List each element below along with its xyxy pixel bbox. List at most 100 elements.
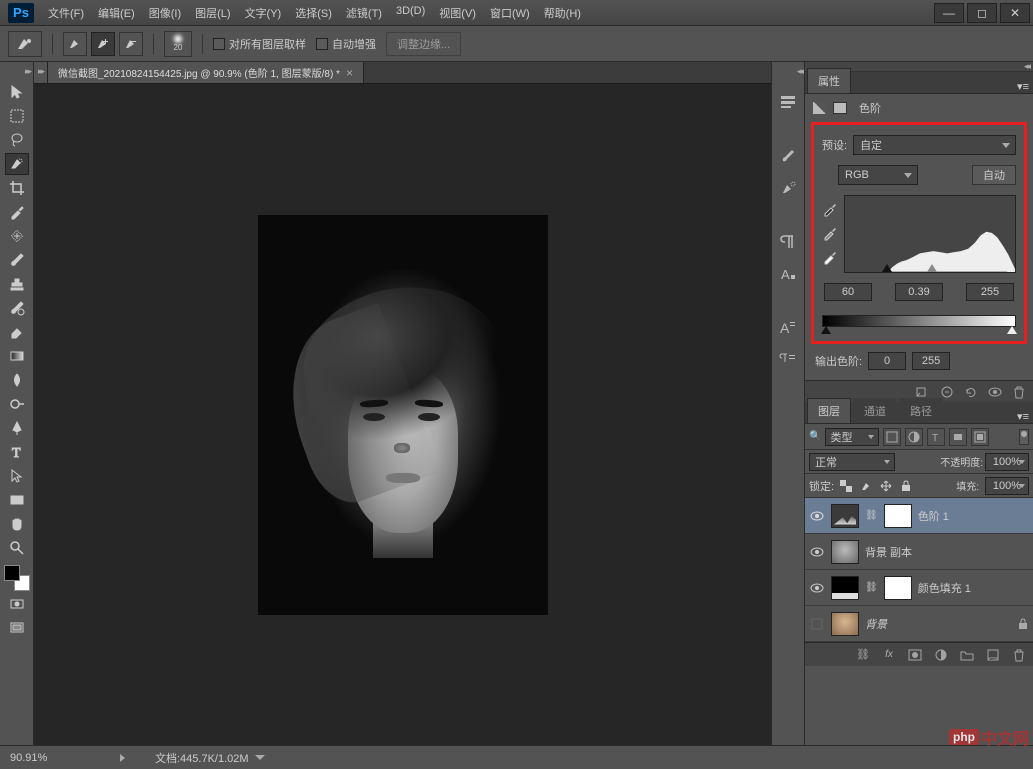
filter-shape-icon[interactable]	[949, 428, 967, 446]
tab-paths[interactable]: 路径	[899, 398, 943, 423]
tab-channels[interactable]: 通道	[853, 398, 897, 423]
layer-name[interactable]: 背景 副本	[865, 544, 1029, 560]
white-output-value[interactable]: 255	[912, 352, 950, 370]
gamma-value[interactable]: 0.39	[895, 283, 943, 301]
filter-adjustment-icon[interactable]	[905, 428, 923, 446]
layer-row[interactable]: 背景	[805, 606, 1033, 642]
menu-type[interactable]: 文字(Y)	[239, 1, 288, 25]
black-output-value[interactable]: 0	[868, 352, 906, 370]
new-group-icon[interactable]	[959, 647, 975, 663]
new-adjustment-icon[interactable]	[933, 647, 949, 663]
white-output-slider[interactable]	[1007, 326, 1017, 334]
marquee-tool[interactable]	[5, 105, 29, 127]
zoom-level[interactable]: 90.91%	[10, 752, 90, 764]
lock-transparency-icon[interactable]	[838, 478, 854, 494]
quick-mask-toggle[interactable]	[5, 593, 29, 615]
menu-3d[interactable]: 3D(D)	[390, 1, 431, 25]
move-tool[interactable]	[5, 81, 29, 103]
black-input-value[interactable]: 60	[824, 283, 872, 301]
new-selection-icon[interactable]	[63, 32, 87, 56]
panel-menu-icon[interactable]: ▾≡	[1013, 410, 1033, 423]
layer-thumbnail[interactable]	[831, 612, 859, 636]
layer-thumbnail[interactable]	[831, 540, 859, 564]
blur-tool[interactable]	[5, 369, 29, 391]
maximize-button[interactable]: ◻	[967, 3, 997, 23]
layer-name[interactable]: 背景	[865, 616, 1011, 632]
eraser-tool[interactable]	[5, 321, 29, 343]
tool-preset-picker[interactable]	[8, 31, 42, 57]
eye-icon[interactable]	[809, 508, 825, 524]
histogram[interactable]	[844, 195, 1016, 273]
sample-all-layers-checkbox[interactable]: 对所有图层取样	[213, 36, 306, 52]
minimize-button[interactable]: —	[934, 3, 964, 23]
layer-name[interactable]: 色阶 1	[918, 508, 1029, 524]
black-output-slider[interactable]	[821, 326, 831, 334]
fill-value[interactable]: 100%	[985, 477, 1029, 495]
pen-tool[interactable]	[5, 417, 29, 439]
screen-mode-toggle[interactable]	[5, 617, 29, 639]
char-styles-icon[interactable]: A	[777, 317, 799, 339]
para-styles-icon[interactable]	[777, 349, 799, 371]
filter-search-icon[interactable]: 🔍	[809, 431, 821, 442]
hand-tool[interactable]	[5, 513, 29, 535]
auto-enhance-checkbox[interactable]: 自动增强	[316, 36, 376, 52]
healing-tool[interactable]	[5, 225, 29, 247]
layer-row[interactable]: ⛓ 色阶 1	[805, 498, 1033, 534]
mask-icon[interactable]	[833, 102, 847, 114]
type-tool[interactable]: T	[5, 441, 29, 463]
reset-icon[interactable]	[963, 384, 979, 400]
eye-icon[interactable]	[809, 616, 825, 632]
refine-edge-button[interactable]: 调整边缘...	[386, 32, 461, 56]
menu-file[interactable]: 文件(F)	[42, 1, 90, 25]
black-input-slider[interactable]	[882, 264, 892, 272]
output-gradient[interactable]	[822, 315, 1016, 327]
opacity-value[interactable]: 100%	[985, 453, 1029, 471]
lasso-tool[interactable]	[5, 129, 29, 151]
layer-thumbnail[interactable]	[831, 504, 859, 528]
foreground-color[interactable]	[4, 565, 20, 581]
paragraph-panel-icon[interactable]	[777, 231, 799, 253]
layer-fx-icon[interactable]: fx	[881, 647, 897, 663]
menu-help[interactable]: 帮助(H)	[538, 1, 587, 25]
menu-window[interactable]: 窗口(W)	[484, 1, 536, 25]
mask-thumbnail[interactable]	[884, 504, 912, 528]
collapse-dock-icon[interactable]: ◂◂	[797, 66, 802, 77]
panel-menu-icon[interactable]: ▾≡	[1013, 80, 1033, 93]
document-info[interactable]: 文档:445.7K/1.02M	[155, 750, 265, 766]
white-input-value[interactable]: 255	[966, 283, 1014, 301]
filter-type-icon[interactable]: T	[927, 428, 945, 446]
tab-layers[interactable]: 图层	[807, 398, 851, 423]
channel-select[interactable]: RGB	[838, 165, 918, 185]
mask-thumbnail[interactable]	[884, 576, 912, 600]
layer-thumbnail[interactable]	[831, 576, 859, 600]
menu-filter[interactable]: 滤镜(T)	[340, 1, 388, 25]
new-layer-icon[interactable]	[985, 647, 1001, 663]
document-tab[interactable]: 微信截图_20210824154425.jpg @ 90.9% (色阶 1, 图…	[48, 62, 364, 83]
eye-icon[interactable]	[809, 580, 825, 596]
path-tool[interactable]	[5, 465, 29, 487]
close-tab-icon[interactable]: ×	[346, 66, 353, 80]
layer-name[interactable]: 颜色填充 1	[918, 580, 1029, 596]
expand-tools-icon[interactable]: ▸▸	[25, 66, 30, 77]
auto-button[interactable]: 自动	[972, 165, 1016, 185]
close-button[interactable]: ✕	[1000, 3, 1030, 23]
canvas-viewport[interactable]	[34, 84, 771, 745]
add-mask-icon[interactable]	[907, 647, 923, 663]
menu-layer[interactable]: 图层(L)	[189, 1, 236, 25]
previous-state-icon[interactable]	[939, 384, 955, 400]
link-layers-icon[interactable]: ⛓	[855, 647, 871, 663]
blend-mode-select[interactable]: 正常	[809, 453, 895, 471]
quick-selection-tool[interactable]	[5, 153, 29, 175]
menu-view[interactable]: 视图(V)	[433, 1, 482, 25]
crop-tool[interactable]	[5, 177, 29, 199]
preset-select[interactable]: 自定	[853, 135, 1016, 155]
dodge-tool[interactable]	[5, 393, 29, 415]
collapse-strip[interactable]: ▸▸	[34, 62, 48, 83]
gamma-slider[interactable]	[927, 264, 937, 272]
color-swatch[interactable]	[4, 565, 30, 591]
filter-pixel-icon[interactable]	[883, 428, 901, 446]
stamp-tool[interactable]	[5, 273, 29, 295]
menu-select[interactable]: 选择(S)	[289, 1, 338, 25]
filter-type-select[interactable]: 类型	[825, 428, 879, 446]
filter-smart-icon[interactable]	[971, 428, 989, 446]
